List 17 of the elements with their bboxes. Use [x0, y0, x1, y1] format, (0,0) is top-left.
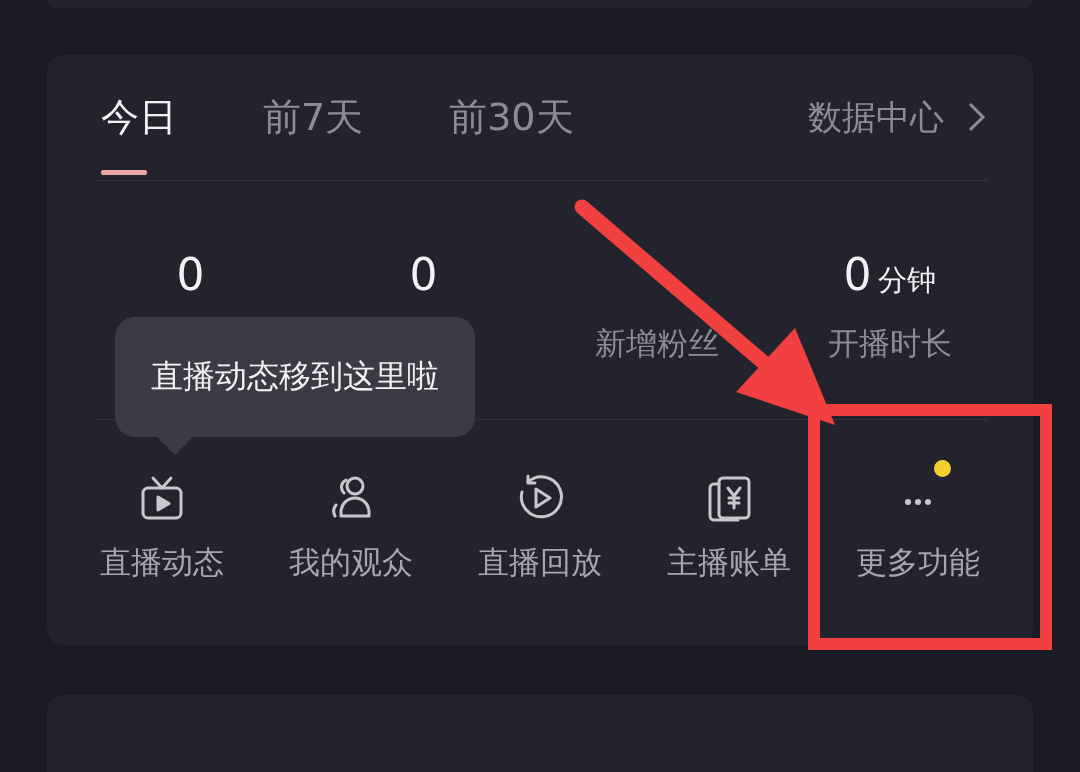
stat-value: 0: [843, 248, 872, 302]
period-tab[interactable]: 前30天: [443, 55, 580, 176]
stat-unit: 分钟: [877, 262, 936, 299]
stat-label: 新增粉丝: [594, 324, 719, 363]
chevron-right-icon[interactable]: [966, 100, 988, 134]
period-tab[interactable]: 前7天: [257, 55, 370, 176]
data-center-link[interactable]: 数据中心: [808, 93, 944, 141]
stat-value: 0: [176, 248, 205, 302]
shortcut-label[interactable]: 直播动态: [99, 542, 224, 582]
shortcut-label[interactable]: 更多功能: [856, 542, 981, 582]
stat-label: 开播时长: [827, 324, 952, 363]
shortcut-label[interactable]: 主播账单: [667, 542, 792, 582]
stat-value: 0: [409, 248, 438, 302]
tooltip-text: 直播动态移到这里啦: [151, 356, 439, 397]
period-tab[interactable]: 今日: [95, 55, 183, 176]
shortcut-label[interactable]: 我的观众: [288, 542, 413, 582]
shortcut-label[interactable]: 直播回放: [478, 542, 602, 582]
